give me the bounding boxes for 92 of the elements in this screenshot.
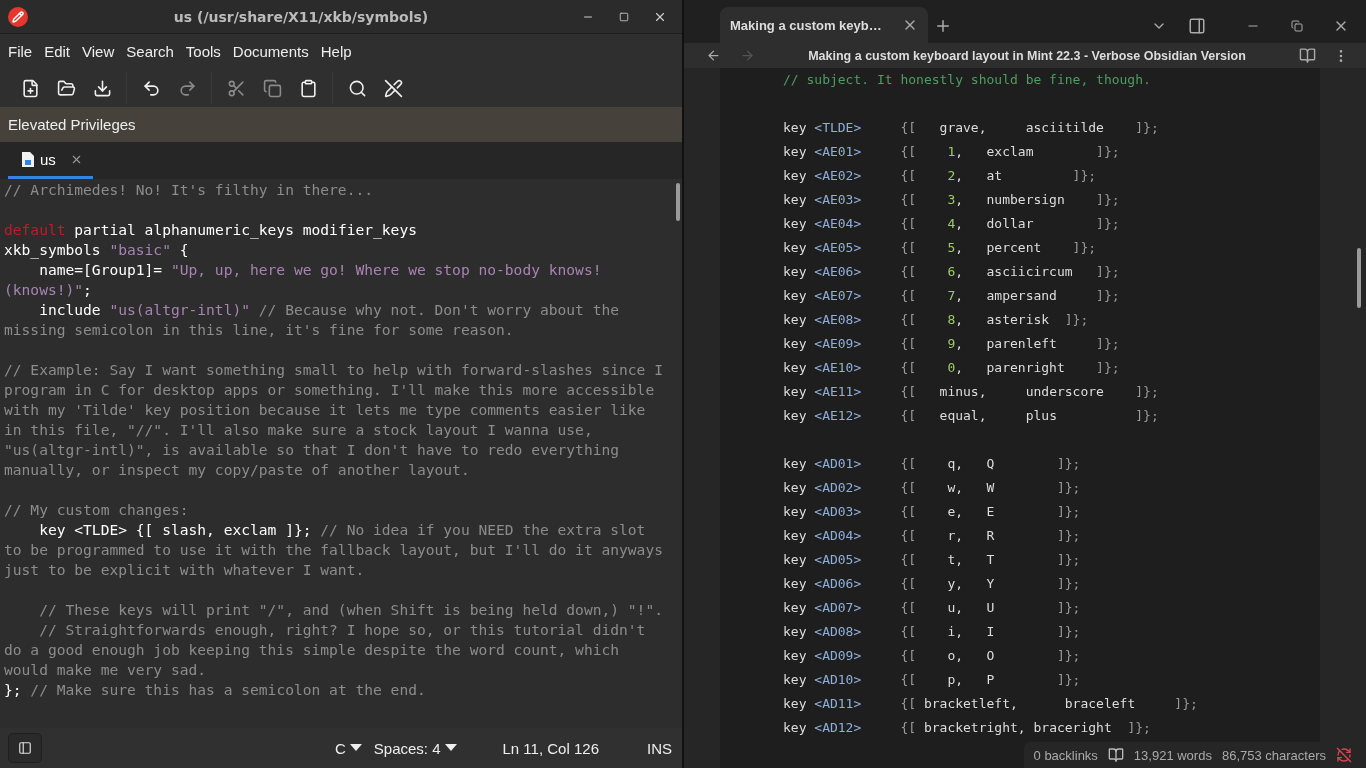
code-line: key <AE06> {[ 6, asciicircum ]};	[783, 263, 1121, 281]
search-icon	[347, 78, 367, 98]
code-line: key <AE01> {[ 1, exclam ]};	[783, 143, 1121, 161]
menu-item[interactable]: Search	[120, 39, 180, 64]
menu-item[interactable]: Documents	[226, 39, 315, 64]
undo-icon	[141, 78, 161, 98]
c-file-icon	[22, 151, 34, 167]
indent-dropdown[interactable]: Spaces: 4	[367, 739, 463, 757]
code-line: key <AE05> {[ 5, percent ]};	[783, 239, 1098, 257]
menu-item[interactable]: Help	[314, 39, 358, 64]
code-line: in this file, "//". I'll also make sure a stock layout I wanna use,	[4, 420, 594, 440]
sidebar-icon	[18, 741, 32, 755]
open-folder-icon	[56, 78, 76, 98]
code-line: manually, or inspect my copy/paste of another layout.	[4, 460, 471, 480]
scrollbar-thumb[interactable]	[1357, 248, 1361, 308]
menu-item[interactable]: File	[2, 39, 39, 64]
menu-item[interactable]: View	[76, 39, 121, 64]
code-line: key <AE12> {[ equal, plus ]};	[783, 407, 1160, 425]
redo-icon	[177, 78, 197, 98]
code-line: key <AD04> {[ r, R ]};	[783, 527, 1082, 545]
restore-icon	[1291, 20, 1303, 32]
code-line: key <AE08> {[ 8, asterisk ]};	[783, 311, 1090, 329]
code-line: // Straightforwards enough, right? I hope so, or this tutorial didn't	[38, 620, 647, 640]
code-line: include "us(altgr-intl)" // Because why not. Don't worry about the	[38, 300, 621, 320]
code-line: // Archimedes! No! It's filthy in there...	[4, 180, 375, 200]
code-line: program in C for desktop apps or something. I'll make this more accessible	[4, 380, 656, 400]
cursor-position: Ln 11, Col 126	[501, 739, 600, 757]
code-line: // subject. It honestly should be fine, though.	[783, 71, 1152, 89]
code-line: key <AD11> {[ bracketleft, braceleft ]};	[783, 695, 1199, 713]
code-line: key <AE07> {[ 7, ampersand ]};	[783, 287, 1121, 305]
code-line: key <AE09> {[ 9, parenleft ]};	[783, 335, 1121, 353]
code-line: key <AD01> {[ q, Q ]};	[783, 455, 1082, 473]
code-line: key <AD09> {[ o, O ]};	[783, 647, 1082, 665]
code-line: key <AE04> {[ 4, dollar ]};	[783, 215, 1121, 233]
scrollbar-thumb[interactable]	[676, 183, 680, 221]
arrow-right-icon	[739, 48, 755, 63]
code-line: would make me very sad.	[4, 660, 208, 680]
code-line: key <AE10> {[ 0, parenright ]};	[783, 359, 1121, 377]
code-line: key <AD06> {[ y, Y ]};	[783, 575, 1082, 593]
insert-mode: INS	[646, 739, 673, 757]
code-line: key <AD10> {[ p, P ]};	[783, 671, 1082, 689]
code-line: // These keys will print "/", and (when Shift is being held down,) "!".	[38, 600, 664, 620]
code-line: key <AD08> {[ i, I ]};	[783, 623, 1082, 641]
code-line: // My custom changes:	[4, 500, 190, 520]
language-dropdown[interactable]: C	[328, 739, 368, 757]
note-tab[interactable]: Making a custom keyb…	[720, 7, 928, 43]
code-line: key <AD12> {[ bracketright, braceright ]};	[783, 719, 1152, 737]
code-line: (knows!)";	[4, 280, 93, 300]
code-line: key <AD02> {[ w, W ]};	[783, 479, 1082, 497]
code-line: with my 'Tilde' key position because it lets me type comments easier like	[4, 400, 647, 420]
code-line: // Example: Say I want something small to help with forward-slashes since I	[4, 360, 664, 380]
download-icon	[92, 78, 112, 98]
new-file-icon	[20, 78, 40, 98]
code-line: to be programmed to use it with the fallback layout, but I'll do it anyways	[4, 540, 664, 560]
code-line: name=[Group1]= "Up, up, here we go! Where we stop no-body knows!	[38, 260, 603, 280]
code-line: just to be explicit with whatever I want.	[4, 560, 366, 580]
backlinks-count: 0 backlinks	[1033, 747, 1098, 763]
menu-item[interactable]: Edit	[38, 39, 77, 64]
window-title: us (/usr/share/X11/xkb/symbols)	[172, 8, 430, 25]
plus-icon	[934, 17, 952, 35]
code-line: key <TLDE> {[ grave, asciitilde ]};	[783, 119, 1160, 137]
maximize-icon	[619, 11, 629, 22]
code-line: "us(altgr-intl)", is available so that I don't have to redo everything	[4, 440, 621, 460]
code-line: do a good enough job keeping this simple despite the word count, which	[4, 640, 621, 660]
app-icon	[8, 6, 28, 27]
word-count: 13,921 words	[1133, 747, 1212, 763]
clipboard-icon	[298, 78, 318, 98]
caret-icon	[349, 744, 362, 752]
code-line: xkb_symbols "basic" {	[4, 240, 190, 260]
code-line: missing semicolon in this line, it's fine for some reason.	[4, 320, 515, 340]
copy-icon	[262, 78, 282, 98]
book-icon[interactable]	[1107, 747, 1124, 763]
info-bar: Elevated Privileges	[0, 107, 682, 142]
pen-off-icon	[383, 78, 403, 98]
code-line: }; // Make sure this has a semicolon at the end.	[4, 680, 427, 700]
code-line: key <AE03> {[ 3, numbersign ]};	[783, 191, 1121, 209]
scissors-icon	[226, 78, 246, 98]
code-line: key <AD07> {[ u, U ]};	[783, 599, 1082, 617]
code-line: key <TLDE> {[ slash, exclam ]}; // No idea if you NEED the extra slot	[38, 520, 647, 540]
code-line: key <AD03> {[ e, E ]};	[783, 503, 1082, 521]
sidebar-toggle-button[interactable]	[8, 733, 42, 763]
sidebar-icon	[1188, 17, 1206, 35]
character-count: 86,753 characters	[1221, 747, 1326, 763]
book-icon	[1298, 47, 1316, 64]
sync-off-icon[interactable]	[1336, 747, 1352, 763]
note-title: Making a custom keyboard layout in Mint 22.3 - Verbose Obsidian Version	[807, 48, 1247, 63]
code-line: key <AE11> {[ minus, underscore ]};	[783, 383, 1160, 401]
menu-item[interactable]: Tools	[179, 39, 227, 64]
code-line: key <AE02> {[ 2, at ]};	[783, 167, 1098, 185]
code-line: key <AD05> {[ t, T ]};	[783, 551, 1082, 569]
caret-icon	[444, 744, 457, 752]
code-line: default partial alphanumeric_keys modifier_keys	[4, 220, 418, 240]
